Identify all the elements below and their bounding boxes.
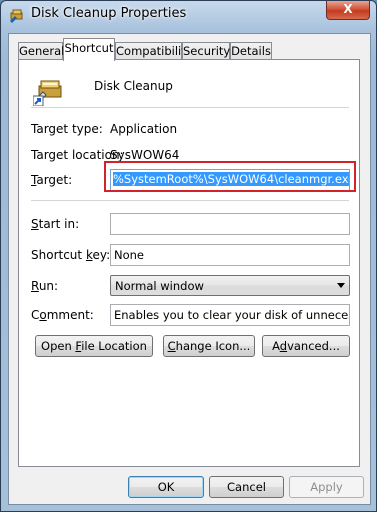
close-icon: X: [343, 2, 353, 16]
target-location-value: SysWOW64: [110, 148, 180, 162]
shortcut-name: Disk Cleanup: [94, 79, 173, 93]
target-label: Target:: [31, 173, 73, 187]
tab-shortcut[interactable]: Shortcut: [63, 38, 115, 61]
cancel-button[interactable]: Cancel: [209, 476, 284, 498]
advanced-button[interactable]: Advanced...: [262, 335, 350, 357]
title-bar[interactable]: Disk Cleanup Properties X: [1, 1, 376, 31]
disk-cleanup-app-icon: [33, 80, 62, 106]
run-selected-value: Normal window: [115, 279, 204, 293]
comment-label: Comment:: [31, 308, 94, 322]
close-button[interactable]: X: [326, 1, 370, 20]
ok-button[interactable]: OK: [128, 476, 204, 498]
change-icon-button[interactable]: Change Icon...: [163, 335, 255, 357]
tab-general[interactable]: General: [18, 42, 64, 60]
open-file-location-button[interactable]: Open File Location: [35, 335, 153, 357]
divider: [31, 107, 349, 108]
disk-cleanup-icon: [10, 9, 23, 23]
target-type-label: Target type:: [31, 122, 103, 136]
properties-window: Disk Cleanup Properties X General Shortc…: [0, 0, 377, 512]
tab-details[interactable]: Details: [230, 42, 272, 60]
shortcut-key-input[interactable]: None: [110, 244, 350, 266]
tab-security[interactable]: Security: [182, 42, 230, 60]
chevron-down-icon: [337, 283, 345, 288]
run-label: Run:: [31, 279, 59, 293]
shortcut-key-label: Shortcut key:: [31, 248, 111, 262]
run-dropdown[interactable]: Normal window: [110, 275, 350, 296]
target-text-selected: %SystemRoot%\SysWOW64\cleanmgr.exe: [113, 172, 349, 186]
shortcut-panel: Disk Cleanup Target type: Application Ta…: [18, 59, 360, 467]
dialog-client: General Shortcut Compatibility Security …: [8, 33, 371, 505]
target-type-value: Application: [110, 122, 178, 136]
tab-compatibility[interactable]: Compatibility: [115, 42, 193, 60]
start-in-label: Start in:: [31, 217, 80, 231]
start-in-input[interactable]: [110, 213, 350, 235]
apply-button[interactable]: Apply: [289, 476, 364, 498]
target-input[interactable]: %SystemRoot%\SysWOW64\cleanmgr.exe: [110, 169, 350, 191]
window-title: Disk Cleanup Properties: [31, 6, 187, 21]
divider: [31, 200, 349, 201]
comment-input[interactable]: Enables you to clear your disk of unnece…: [110, 304, 350, 326]
